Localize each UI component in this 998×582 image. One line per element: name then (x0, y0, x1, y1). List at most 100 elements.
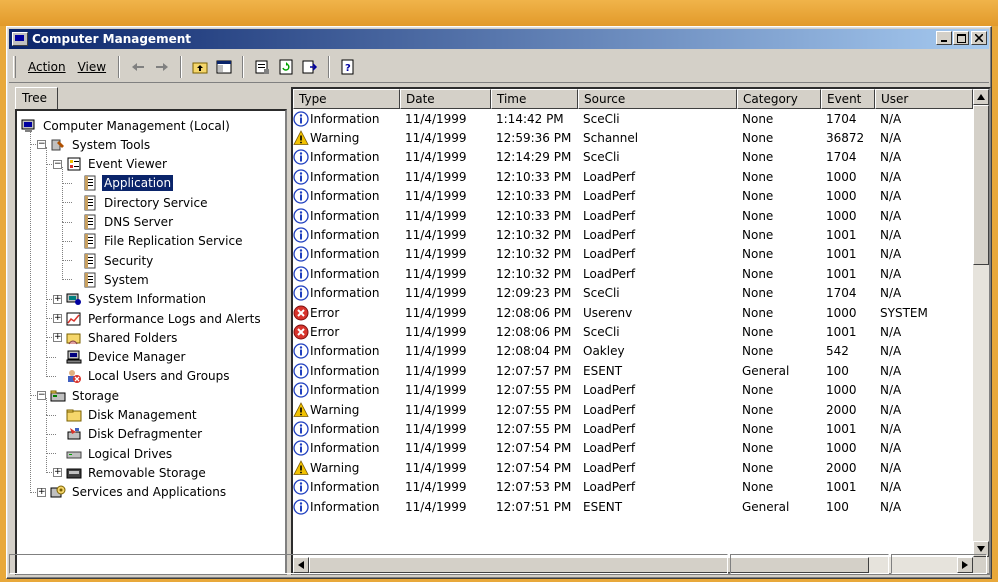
tree-node[interactable]: Disk Defragmenter (53, 425, 204, 444)
table-row[interactable]: Warning 11/4/1999 12:07:54 PM LoadPerf None 2… (293, 458, 973, 477)
expand-icon[interactable]: + (53, 314, 62, 323)
tree-node[interactable]: Security (69, 251, 155, 270)
computer-management-app-icon[interactable] (12, 32, 28, 46)
status-panel-tertiary (891, 554, 987, 574)
tree-node[interactable]: Device Manager (53, 348, 187, 367)
cell-type: Information (293, 343, 400, 360)
log-icon (84, 195, 96, 211)
properties-icon (255, 60, 270, 74)
vertical-scrollbar[interactable] (973, 89, 989, 557)
table-row[interactable]: Information 11/4/1999 12:10:33 PM LoadPerf N… (293, 167, 973, 186)
cell-time: 12:08:04 PM (496, 344, 572, 359)
tree-node[interactable]: Application (69, 174, 174, 193)
tree-node[interactable]: + Performance Logs and Alerts (53, 309, 263, 328)
table-row[interactable]: Information 11/4/1999 12:07:53 PM LoadPerf N… (293, 477, 973, 496)
table-row[interactable]: Information 11/4/1999 1:14:42 PM SceCli None… (293, 109, 973, 128)
expand-icon[interactable]: + (37, 487, 46, 497)
show-hide-tree-button[interactable] (213, 56, 235, 78)
table-row[interactable]: Information 11/4/1999 12:10:33 PM LoadPerf N… (293, 206, 973, 225)
cell-user: N/A (880, 344, 902, 359)
table-row[interactable]: Information 11/4/1999 12:10:32 PM LoadPerf N… (293, 245, 973, 264)
tree-node[interactable]: Disk Management (53, 406, 199, 425)
event-viewer-icon (67, 157, 81, 171)
table-row[interactable]: Warning 11/4/1999 12:07:55 PM LoadPerf None 2… (293, 400, 973, 419)
help-button[interactable]: ? (337, 56, 359, 78)
orange-banner-strip (0, 0, 998, 26)
table-row[interactable]: Information 11/4/1999 12:07:51 PM ESENT Gene… (293, 497, 973, 516)
table-row[interactable]: Error 11/4/1999 12:08:06 PM Userenv None 1000… (293, 303, 973, 322)
tree-node[interactable]: Logical Drives (53, 444, 174, 463)
back-button[interactable] (127, 56, 149, 78)
toolbar-grip[interactable] (13, 55, 16, 78)
cell-type: Information (293, 498, 400, 515)
table-row[interactable]: Information 11/4/1999 12:10:33 PM LoadPerf N… (293, 187, 973, 206)
cell-type: Information (293, 169, 400, 185)
tree-node[interactable]: − Storage (37, 386, 121, 405)
cell-user: N/A (880, 363, 902, 378)
refresh-button[interactable] (275, 56, 297, 78)
tree-node[interactable]: Directory Service (69, 193, 209, 212)
collapse-icon[interactable]: − (53, 159, 62, 169)
cell-category: None (742, 208, 774, 223)
properties-button[interactable] (251, 56, 273, 78)
column-header-user[interactable]: User (875, 89, 973, 109)
menu-action[interactable]: Action (22, 58, 72, 76)
table-row[interactable]: Information 11/4/1999 12:10:32 PM LoadPerf N… (293, 225, 973, 244)
tree-node[interactable]: − Event Viewer (53, 155, 169, 174)
cell-user: N/A (880, 499, 902, 514)
cell-date: 11/4/1999 (405, 228, 467, 243)
tree-node[interactable]: + Shared Folders (53, 328, 179, 347)
expand-icon[interactable]: + (53, 294, 62, 304)
menu-view[interactable]: View (72, 58, 112, 76)
table-row[interactable]: Warning 11/4/1999 12:59:36 PM Schannel None 3… (293, 128, 973, 147)
export-list-button[interactable] (299, 56, 321, 78)
computer-management-icon (21, 119, 35, 132)
title-bar[interactable]: Computer Management (9, 29, 989, 49)
cell-date: 11/4/1999 (405, 421, 467, 436)
cell-category: None (742, 286, 774, 301)
tree-node[interactable]: + Removable Storage (53, 463, 208, 482)
tree-node[interactable]: System (69, 270, 151, 289)
forward-button[interactable] (151, 56, 173, 78)
close-button[interactable] (971, 31, 987, 45)
table-row[interactable]: Information 11/4/1999 12:10:32 PM LoadPerf N… (293, 264, 973, 283)
tree-node[interactable]: − System Tools (37, 135, 152, 154)
tree-node[interactable]: Computer Management (Local) (21, 116, 232, 135)
tree-node-label: Disk Management (88, 408, 197, 422)
table-row[interactable]: Information 11/4/1999 12:14:29 PM SceCli Non… (293, 148, 973, 167)
table-row[interactable]: Information 11/4/1999 12:07:55 PM LoadPerf N… (293, 419, 973, 438)
column-header-event[interactable]: Event (821, 89, 875, 109)
cell-source: LoadPerf (583, 480, 636, 495)
collapse-icon[interactable]: − (37, 391, 46, 401)
expand-icon[interactable]: + (53, 468, 62, 478)
table-row[interactable]: Error 11/4/1999 12:08:06 PM SceCli None 1001 N… (293, 322, 973, 341)
arrow-up-icon (977, 94, 985, 100)
tree-node[interactable]: + System Information (53, 290, 208, 309)
table-row[interactable]: Information 11/4/1999 12:07:57 PM ESENT Gene… (293, 361, 973, 380)
expand-icon[interactable]: + (53, 333, 62, 343)
tree-node[interactable]: + Services and Applications (37, 483, 228, 502)
vertical-scroll-thumb[interactable] (973, 105, 989, 265)
column-header-type[interactable]: Type (293, 89, 400, 109)
column-header-time[interactable]: Time (491, 89, 578, 109)
tree-node[interactable]: DNS Server (69, 213, 175, 232)
column-header-category[interactable]: Category (737, 89, 821, 109)
table-row[interactable]: Information 11/4/1999 12:09:23 PM SceCli Non… (293, 284, 973, 303)
event-type-label: Information (310, 169, 380, 184)
minimize-button[interactable] (936, 31, 952, 45)
column-header-date[interactable]: Date (400, 89, 491, 109)
maximize-button[interactable] (953, 31, 969, 45)
table-row[interactable]: Information 11/4/1999 12:07:55 PM LoadPerf N… (293, 380, 973, 399)
scroll-up-button[interactable] (973, 89, 989, 105)
tree-node[interactable]: Local Users and Groups (53, 367, 232, 386)
table-row[interactable]: Information 11/4/1999 12:07:54 PM LoadPerf N… (293, 439, 973, 458)
up-one-level-button[interactable] (189, 56, 211, 78)
tree-node[interactable]: File Replication Service (69, 232, 244, 251)
table-row[interactable]: Information 11/4/1999 12:08:04 PM Oakley Non… (293, 342, 973, 361)
event-type-label: Information (310, 421, 380, 436)
collapse-icon[interactable]: − (37, 140, 46, 150)
column-header-source[interactable]: Source (578, 89, 737, 109)
users-groups-icon (68, 370, 81, 384)
event-type-label: Error (310, 305, 340, 320)
tab-tree[interactable]: Tree (15, 87, 58, 109)
